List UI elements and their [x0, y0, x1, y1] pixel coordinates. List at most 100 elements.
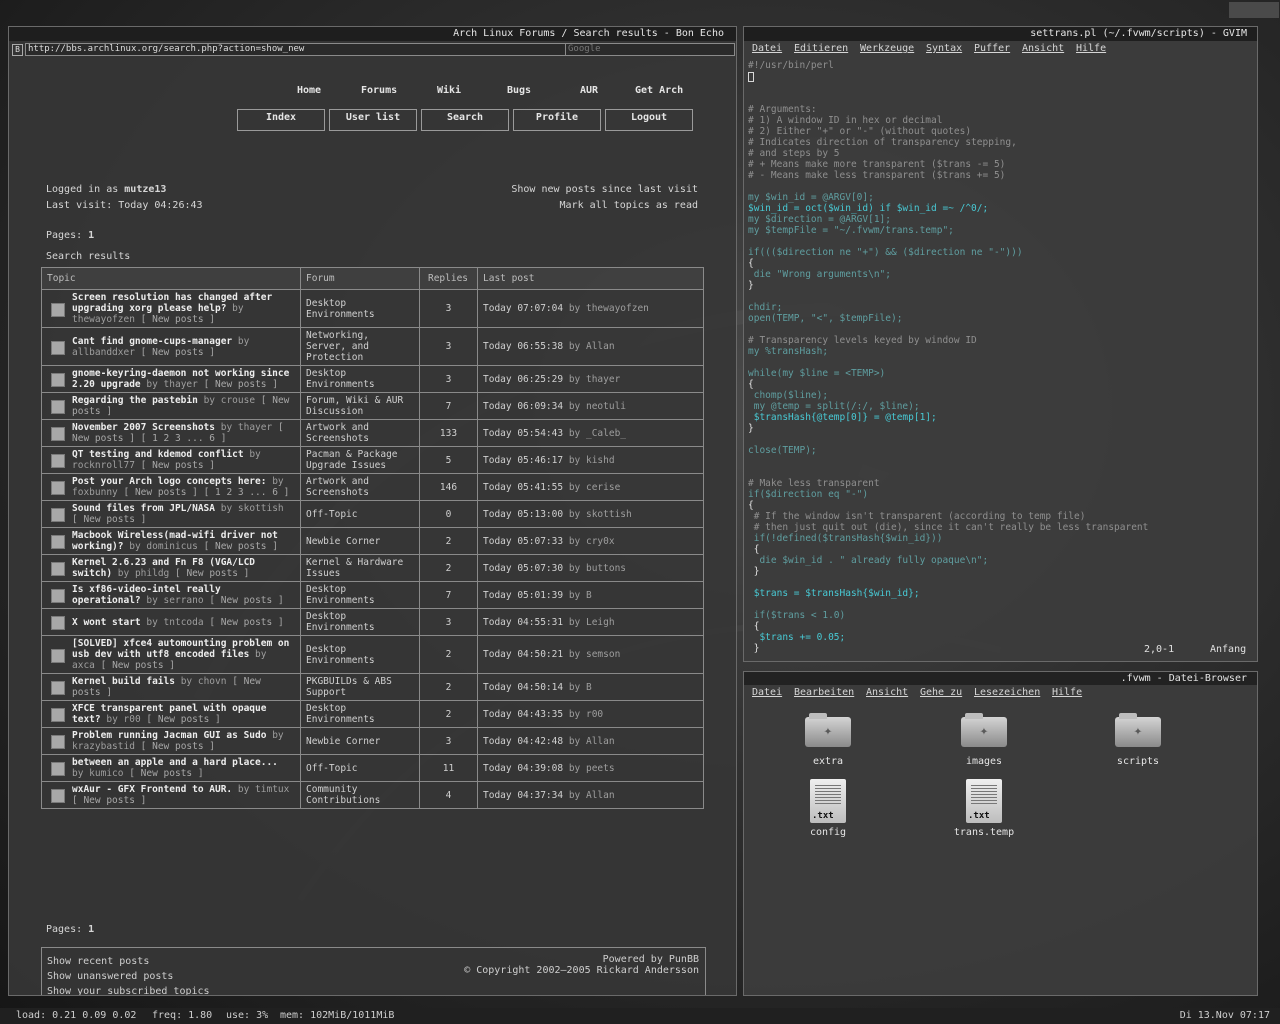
punbb-link[interactable]: PunBB — [669, 954, 699, 965]
fb-menu-lesezeichen[interactable]: Lesezeichen — [974, 687, 1040, 698]
nav-wiki[interactable]: Wiki — [437, 85, 461, 96]
last-post-time[interactable]: Today 05:01:39 — [483, 590, 563, 601]
last-post-time[interactable]: Today 04:50:21 — [483, 649, 563, 660]
topic-author[interactable]: by dominicus — [129, 541, 198, 552]
forum-cell[interactable]: Pacman & Package Upgrade Issues — [300, 446, 420, 474]
menu-ansicht[interactable]: Ansicht — [1022, 43, 1064, 54]
topic-link[interactable]: Cant find gnome-cups-manager — [72, 336, 232, 347]
new-posts-link[interactable]: [ New posts ] — [72, 514, 146, 525]
folder-extra[interactable]: extra — [778, 713, 878, 767]
forum-cell[interactable]: Artwork and Screenshots — [300, 419, 420, 447]
new-posts-link[interactable]: [ New posts ] — [204, 541, 278, 552]
new-posts-link[interactable]: [ New posts ] — [141, 460, 215, 471]
last-post-time[interactable]: Today 04:37:34 — [483, 790, 563, 801]
new-posts-link[interactable]: [ New posts ] — [175, 568, 249, 579]
forum-cell[interactable]: Off-Topic — [300, 754, 420, 782]
file-browser-titlebar[interactable]: .fvwm - Datei-Browser — [744, 672, 1257, 685]
fb-menu-ansicht[interactable]: Ansicht — [866, 687, 908, 698]
nav-bugs[interactable]: Bugs — [507, 85, 531, 96]
topic-link[interactable]: Sound files from JPL/NASA — [72, 503, 215, 514]
last-post-time[interactable]: Today 06:25:29 — [483, 374, 563, 385]
forum-cell[interactable]: Off-Topic — [300, 500, 420, 528]
forum-cell[interactable]: PKGBUILDs & ABS Support — [300, 673, 420, 701]
new-posts-link[interactable]: [ New posts ] — [204, 379, 278, 390]
last-post-time[interactable]: Today 05:07:30 — [483, 563, 563, 574]
nav-userlist-button[interactable]: User list — [329, 109, 417, 131]
url-input[interactable]: http://bbs.archlinux.org/search.php?acti… — [25, 43, 567, 56]
folder-scripts[interactable]: scripts — [1088, 713, 1188, 767]
new-posts-link[interactable]: [ New posts ] — [129, 768, 203, 779]
forum-cell[interactable]: Desktop Environments — [300, 581, 420, 609]
last-post-time[interactable]: Today 06:09:34 — [483, 401, 563, 412]
new-posts-link[interactable]: [ New posts ] — [141, 347, 215, 358]
show-recent-posts-link[interactable]: Show recent posts — [47, 954, 210, 969]
bookmark-icon[interactable]: B — [12, 44, 23, 56]
folder-images[interactable]: images — [934, 713, 1034, 767]
topic-author[interactable]: by crouse — [204, 395, 255, 406]
new-posts-link[interactable]: [ New posts ] — [101, 660, 175, 671]
menu-datei[interactable]: Datei — [752, 43, 782, 54]
page-number[interactable]: 1 — [88, 230, 94, 241]
topic-link[interactable]: November 2007 Screenshots — [72, 422, 215, 433]
menu-werkzeuge[interactable]: Werkzeuge — [860, 43, 914, 54]
forum-cell[interactable]: Newbie Corner — [300, 527, 420, 555]
new-posts-link[interactable]: [ New posts ] — [72, 795, 146, 806]
fb-menu-gehe-zu[interactable]: Gehe zu — [920, 687, 962, 698]
fb-menu-bearbeiten[interactable]: Bearbeiten — [794, 687, 854, 698]
nav-search-button[interactable]: Search — [421, 109, 509, 131]
forum-cell[interactable]: Newbie Corner — [300, 727, 420, 755]
new-posts-link[interactable]: [ New posts ] — [146, 714, 220, 725]
topic-author[interactable]: by chovn — [181, 676, 227, 687]
file-trans-temp[interactable]: .txt trans.temp — [934, 779, 1034, 838]
show-new-posts-link[interactable]: Show new posts since last visit — [511, 184, 698, 195]
topic-link[interactable]: X wont start — [72, 617, 141, 628]
topic-link[interactable]: QT testing and kdemod conflict — [72, 449, 244, 460]
forum-cell[interactable]: Networking, Server, and Protection — [300, 327, 420, 366]
topic-author[interactable]: by r00 — [106, 714, 140, 725]
forum-cell[interactable]: Desktop Environments — [300, 635, 420, 674]
new-posts-link[interactable]: [ New posts ] — [141, 741, 215, 752]
page-number[interactable]: 1 — [88, 924, 94, 935]
topic-author[interactable]: by kumico — [72, 768, 123, 779]
gvim-titlebar[interactable]: settrans.pl (~/.fvwm/scripts) - GVIM — [744, 27, 1257, 41]
search-input[interactable]: Google — [565, 43, 735, 56]
topic-author[interactable]: by timtux — [238, 784, 289, 795]
last-post-time[interactable]: Today 05:46:17 — [483, 455, 563, 466]
nav-logout-button[interactable]: Logout — [605, 109, 693, 131]
topic-author[interactable]: by tntcoda — [146, 617, 203, 628]
nav-get-arch[interactable]: Get Arch — [635, 85, 683, 96]
forum-cell[interactable]: Forum, Wiki & AUR Discussion — [300, 392, 420, 420]
topic-author[interactable]: by serrano — [146, 595, 203, 606]
topic-author[interactable]: by thayer — [221, 422, 272, 433]
fb-menu-hilfe[interactable]: Hilfe — [1052, 687, 1082, 698]
menu-puffer[interactable]: Puffer — [974, 43, 1010, 54]
topic-author[interactable]: by phildg — [118, 568, 169, 579]
new-posts-link[interactable]: [ New posts ] [ 1 2 3 ... 6 ] — [124, 487, 290, 498]
topic-link[interactable]: wxAur - GFX Frontend to AUR. — [72, 784, 232, 795]
topic-link[interactable]: Regarding the pastebin — [72, 395, 198, 406]
last-post-time[interactable]: Today 06:55:38 — [483, 341, 563, 352]
topic-link[interactable]: Post your Arch logo concepts here: — [72, 476, 266, 487]
last-post-time[interactable]: Today 05:13:00 — [483, 509, 563, 520]
new-posts-link[interactable]: [ New posts ] — [209, 617, 283, 628]
new-posts-link[interactable]: [ New posts ] — [209, 595, 283, 606]
forum-cell[interactable]: Community Contributions — [300, 781, 420, 809]
forum-cell[interactable]: Desktop Environments — [300, 289, 420, 328]
nav-index-button[interactable]: Index — [237, 109, 325, 131]
last-post-time[interactable]: Today 05:41:55 — [483, 482, 563, 493]
last-post-time[interactable]: Today 04:55:31 — [483, 617, 563, 628]
menu-hilfe[interactable]: Hilfe — [1076, 43, 1106, 54]
forum-cell[interactable]: Desktop Environments — [300, 700, 420, 728]
last-post-time[interactable]: Today 07:07:04 — [483, 303, 563, 314]
last-post-time[interactable]: Today 05:54:43 — [483, 428, 563, 439]
browser-titlebar[interactable]: Arch Linux Forums / Search results - Bon… — [9, 27, 736, 41]
last-post-time[interactable]: Today 05:07:33 — [483, 536, 563, 547]
topic-author[interactable]: by skottish — [221, 503, 284, 514]
code-editor[interactable]: #!/usr/bin/perl # Arguments: # 1) A window… — [748, 60, 1255, 654]
last-post-time[interactable]: Today 04:50:14 — [483, 682, 563, 693]
topic-link[interactable]: Problem running Jacman GUI as Sudo — [72, 730, 266, 741]
mark-all-read-link[interactable]: Mark all topics as read — [560, 200, 698, 211]
nav-forums[interactable]: Forums — [361, 85, 397, 96]
menu-syntax[interactable]: Syntax — [926, 43, 962, 54]
nav-aur[interactable]: AUR — [580, 85, 598, 96]
